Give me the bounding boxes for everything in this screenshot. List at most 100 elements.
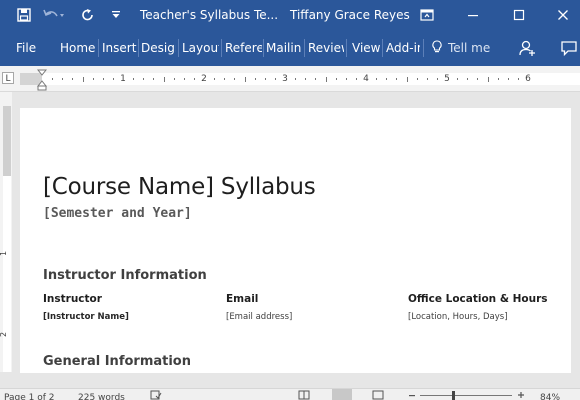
tab-divider	[263, 39, 264, 57]
tab-divider	[382, 39, 383, 57]
email-label[interactable]: Email	[226, 293, 258, 305]
email-placeholder[interactable]: [Email address]	[226, 312, 292, 322]
tab-view[interactable]: View	[352, 30, 382, 66]
ruler-tick	[112, 78, 114, 80]
zoom-level[interactable]: 84%	[540, 392, 560, 400]
ruler-number: 5	[444, 74, 450, 84]
syllabus-title[interactable]: [Course Name] Syllabus	[43, 174, 316, 200]
tab-review[interactable]: Review	[308, 30, 344, 66]
ruler-tick	[335, 78, 337, 80]
tell-me-search[interactable]: Tell me	[432, 30, 490, 66]
tab-selector[interactable]: L	[2, 72, 14, 84]
ruler-tick	[244, 76, 246, 82]
comments-icon[interactable]	[560, 30, 578, 66]
ruler-number: 3	[282, 74, 288, 84]
ruler-tick	[163, 76, 165, 82]
close-icon[interactable]	[552, 0, 574, 30]
ruler-tick	[173, 78, 175, 80]
maximize-icon[interactable]	[508, 0, 530, 30]
ruler-tick	[72, 78, 74, 80]
tab-file[interactable]: File	[16, 30, 42, 66]
section-heading-general[interactable]: General Information	[43, 354, 191, 369]
print-layout-icon[interactable]	[332, 389, 352, 400]
tab-add-ins[interactable]: Add-ins	[386, 30, 420, 66]
ruler-tick	[497, 78, 499, 80]
word-count[interactable]: 225 words	[78, 392, 125, 400]
tab-home[interactable]: Home	[60, 30, 96, 66]
tab-divider	[221, 39, 222, 57]
ruler-tick	[386, 78, 388, 80]
ruler-tick	[467, 78, 469, 80]
ruler-number: 4	[363, 74, 369, 84]
tab-divider	[138, 39, 139, 57]
vertical-scrollbar[interactable]	[571, 92, 580, 372]
page-count[interactable]: Page 1 of 2	[4, 392, 55, 400]
vruler-number: 1	[0, 251, 8, 256]
ribbon-display-options-icon[interactable]	[416, 0, 438, 30]
minimize-icon[interactable]	[462, 0, 484, 30]
ruler-tick	[254, 78, 256, 80]
tab-references[interactable]: References	[225, 30, 262, 66]
office-label[interactable]: Office Location & Hours	[408, 293, 548, 305]
instructor-label[interactable]: Instructor	[43, 293, 102, 305]
zoom-slider[interactable]	[420, 395, 512, 396]
ruler-tick	[487, 76, 489, 82]
tab-design[interactable]: Design	[141, 30, 176, 66]
semester-year[interactable]: [Semester and Year]	[43, 206, 192, 221]
tell-me-placeholder: Tell me	[448, 41, 491, 55]
ruler-tick	[234, 78, 236, 80]
zoom-out-icon[interactable]	[408, 390, 416, 400]
tab-insert[interactable]: Insert	[102, 30, 138, 66]
ruler-number: 1	[120, 74, 126, 84]
ruler-strip	[20, 73, 580, 85]
horizontal-ruler[interactable]: L 1 2 3 4 5 6	[0, 66, 580, 92]
ruler-tick	[416, 78, 418, 80]
share-person-icon[interactable]	[518, 30, 536, 66]
ruler-tick	[345, 78, 347, 80]
user-name[interactable]: Tiffany Grace Reyes	[290, 0, 410, 30]
ruler-tick	[183, 78, 185, 80]
ruler-number: 2	[201, 74, 207, 84]
tab-layout[interactable]: Layout	[182, 30, 219, 66]
save-icon[interactable]	[14, 0, 34, 30]
web-layout-icon[interactable]	[372, 390, 384, 400]
ruler-tick	[214, 78, 216, 80]
ruler-tick	[507, 78, 509, 80]
ruler-tick	[264, 78, 266, 80]
ruler-number: 6	[525, 74, 531, 84]
ruler-tick	[457, 78, 459, 80]
proofing-icon[interactable]	[150, 390, 162, 400]
undo-icon[interactable]	[42, 0, 66, 30]
ruler-tick	[305, 78, 307, 80]
ruler-tick	[355, 78, 357, 80]
status-bar: Page 1 of 2 225 words 84%	[0, 388, 580, 400]
ruler-tick	[406, 76, 408, 82]
zoom-slider-thumb[interactable]	[452, 391, 455, 400]
ruler-tick	[477, 78, 479, 80]
ruler-tick	[92, 78, 94, 80]
redo-icon[interactable]	[78, 0, 98, 30]
ruler-tick	[517, 78, 519, 80]
ruler-tick	[62, 78, 64, 80]
vruler-number: 2	[0, 332, 8, 337]
ruler-tick	[143, 78, 145, 80]
tab-mailings[interactable]: Mailings	[266, 30, 302, 66]
zoom-in-icon[interactable]	[516, 390, 526, 400]
tab-divider	[346, 39, 347, 57]
read-mode-icon[interactable]	[298, 390, 310, 400]
ruler-tick	[133, 78, 135, 80]
vertical-ruler[interactable]: 1 2	[0, 92, 12, 372]
ruler-tick	[436, 78, 438, 80]
customize-qat-icon[interactable]	[108, 0, 124, 30]
ruler-tick	[325, 76, 327, 82]
ribbon-tab-bar: File Home Insert Design Layout Reference…	[0, 30, 580, 66]
lightbulb-icon	[432, 39, 448, 57]
ruler-tick	[52, 78, 54, 80]
section-heading-instructor[interactable]: Instructor Information	[43, 268, 207, 283]
indent-marker[interactable]	[36, 69, 48, 95]
tab-divider	[423, 39, 424, 57]
office-hours-placeholder[interactable]: [Location, Hours, Days]	[408, 312, 508, 322]
ruler-tick	[153, 78, 155, 80]
document-page[interactable]: [Course Name] Syllabus [Semester and Yea…	[20, 108, 571, 373]
instructor-name-placeholder[interactable]: [Instructor Name]	[43, 312, 129, 322]
